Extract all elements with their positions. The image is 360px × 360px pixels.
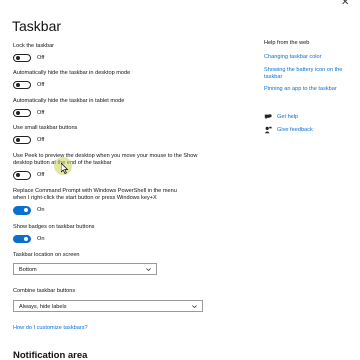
dropdown-value: Always, hide labels xyxy=(19,303,67,310)
notification-area-heading: Notification area xyxy=(13,350,88,360)
toggle-knob xyxy=(23,208,28,213)
autohide-desktop-toggle[interactable] xyxy=(13,80,31,90)
chevron-down-icon xyxy=(192,305,197,309)
combine-buttons-dropdown[interactable]: Always, hide labels xyxy=(13,300,203,312)
setting-label: Replace Command Prompt with Windows Powe… xyxy=(13,188,177,202)
sidebar-heading: Help from the web xyxy=(264,40,310,46)
dropdown-value: Bottom xyxy=(19,266,37,273)
link-battery-icon[interactable]: Showing the battery icon on the taskbar xyxy=(264,67,356,81)
toggle-knob xyxy=(16,110,21,116)
toggle-knob xyxy=(16,55,21,61)
toggle-state-text: On xyxy=(37,236,45,243)
small-buttons-toggle[interactable] xyxy=(13,135,31,145)
setting-autohide-desktop: Automatically hide the taskbar in deskto… xyxy=(13,70,243,90)
combine-label: Combine taskbar buttons xyxy=(13,288,76,294)
toggle-state-text: Off xyxy=(37,172,45,179)
toggle-state-text: Off xyxy=(37,82,45,89)
chevron-down-icon xyxy=(146,268,151,272)
setting-powershell: Replace Command Prompt with Windows Powe… xyxy=(13,188,178,215)
setting-label: Use Peek to preview the desktop when you… xyxy=(13,153,198,167)
setting-autohide-tablet: Automatically hide the taskbar in tablet… xyxy=(13,98,243,118)
location-label: Taskbar location on screen xyxy=(13,252,80,258)
badges-toggle[interactable] xyxy=(13,234,31,244)
toggle-state-text: Off xyxy=(37,110,45,117)
toggle-knob xyxy=(16,173,21,178)
toggle-knob xyxy=(23,236,28,242)
close-icon[interactable]: ✕ xyxy=(341,0,349,8)
give-feedback-link[interactable]: Give feedback xyxy=(277,127,313,134)
setting-label: Automatically hide the taskbar in deskto… xyxy=(13,70,131,76)
setting-label: Lock the taskbar xyxy=(13,43,55,49)
setting-badges: Show badges on taskbar buttons On xyxy=(13,224,243,244)
setting-peek: Use Peek to preview the desktop when you… xyxy=(13,153,198,180)
setting-combine: Combine taskbar buttons xyxy=(13,288,243,295)
toggle-state-text: Off xyxy=(37,55,45,62)
setting-lock-taskbar: Lock the taskbar Off xyxy=(13,43,243,63)
taskbar-location-dropdown[interactable]: Bottom xyxy=(13,263,157,275)
peek-toggle[interactable] xyxy=(13,171,31,180)
link-pinning-app[interactable]: Pinning an app to the taskbar xyxy=(264,86,337,93)
mouse-cursor-highlight xyxy=(54,157,72,175)
customize-taskbars-link[interactable]: How do I customize taskbars? xyxy=(13,325,88,331)
link-changing-taskbar-color[interactable]: Changing taskbar color xyxy=(264,54,322,61)
setting-label: Automatically hide the taskbar in tablet… xyxy=(13,98,125,104)
autohide-tablet-toggle[interactable] xyxy=(13,108,31,118)
help-chat-icon xyxy=(264,114,272,120)
get-help-link[interactable]: Get help xyxy=(277,114,298,121)
cursor-icon xyxy=(61,163,69,174)
setting-label: Use small taskbar buttons xyxy=(13,125,78,131)
feedback-person-icon xyxy=(264,126,272,134)
lock-taskbar-toggle[interactable] xyxy=(13,53,31,63)
toggle-state-text: On xyxy=(37,207,45,214)
setting-small-buttons: Use small taskbar buttons Off xyxy=(13,125,243,145)
powershell-toggle[interactable] xyxy=(13,206,31,215)
page-title: Taskbar xyxy=(12,18,62,34)
toggle-knob xyxy=(16,82,21,88)
setting-label: Show badges on taskbar buttons xyxy=(13,224,95,230)
toggle-knob xyxy=(16,137,21,143)
setting-location: Taskbar location on screen xyxy=(13,252,243,259)
toggle-state-text: Off xyxy=(37,137,45,144)
